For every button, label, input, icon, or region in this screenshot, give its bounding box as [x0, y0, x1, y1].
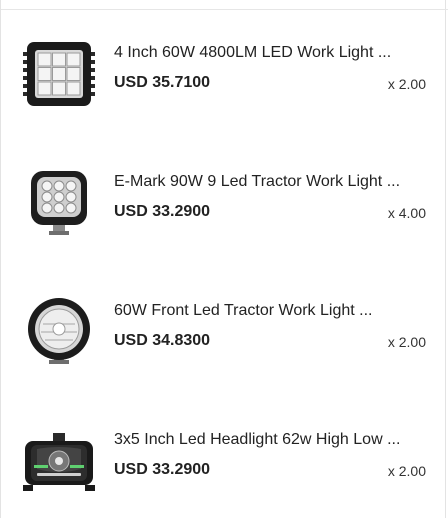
- product-title[interactable]: 3x5 Inch Led Headlight 62w High Low ...: [114, 431, 424, 449]
- cart-item[interactable]: E-Mark 90W 9 Led Tractor Work Light ... …: [1, 139, 448, 267]
- product-price: USD 33.2900: [114, 461, 211, 478]
- product-quantity: x 2.00: [387, 334, 426, 350]
- cart-item[interactable]: 3x5 Inch Led Headlight 62w High Low ... …: [1, 397, 448, 525]
- product-thumbnail-headlight[interactable]: [23, 425, 95, 497]
- product-quantity: x 4.00: [387, 205, 426, 221]
- product-title[interactable]: 4 Inch 60W 4800LM LED Work Light ...: [114, 44, 424, 62]
- cart-list: 4 Inch 60W 4800LM LED Work Light ... USD…: [0, 0, 448, 518]
- product-quantity: x 2.00: [387, 463, 426, 479]
- product-title[interactable]: E-Mark 90W 9 Led Tractor Work Light ...: [114, 173, 424, 191]
- cart-item[interactable]: 4 Inch 60W 4800LM LED Work Light ... USD…: [1, 10, 448, 138]
- product-price: USD 35.7100: [114, 74, 211, 91]
- product-thumbnail-square-light[interactable]: [23, 38, 95, 110]
- product-title[interactable]: 60W Front Led Tractor Work Light ...: [114, 302, 424, 320]
- cart-item[interactable]: 60W Front Led Tractor Work Light ... USD…: [1, 268, 448, 396]
- product-thumbnail-round-light[interactable]: [23, 296, 95, 368]
- product-thumbnail-rounded-square-light[interactable]: [23, 167, 95, 239]
- product-price: USD 34.8300: [114, 332, 211, 349]
- product-price: USD 33.2900: [114, 203, 211, 220]
- product-quantity: x 2.00: [387, 76, 426, 92]
